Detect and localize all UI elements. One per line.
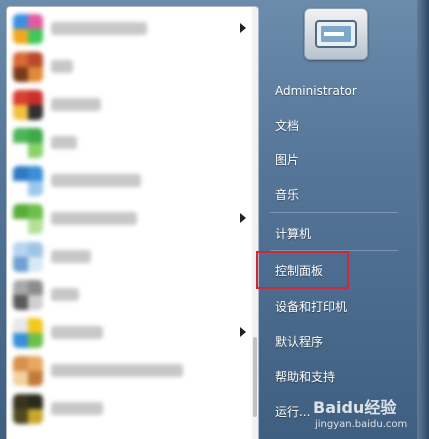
user-tile-icon [315, 20, 357, 48]
blurred-app-icon [13, 204, 43, 234]
program-item[interactable] [7, 125, 258, 161]
program-item[interactable] [7, 87, 258, 123]
blurred-app-icon [13, 166, 43, 196]
program-item[interactable] [7, 315, 258, 351]
program-label-blurred [51, 174, 141, 187]
user-name-link[interactable]: Administrator [266, 76, 400, 106]
program-item[interactable] [7, 49, 258, 85]
submenu-arrow-icon[interactable] [240, 23, 246, 33]
watermark-sub: jingyan.baidu.com [315, 419, 408, 430]
program-item[interactable] [7, 11, 258, 47]
blurred-app-icon [13, 14, 43, 44]
submenu-arrow-icon[interactable] [240, 213, 246, 223]
program-label-blurred [51, 364, 183, 377]
program-item[interactable] [7, 239, 258, 275]
blurred-app-icon [13, 318, 43, 348]
control-panel-highlight [256, 251, 349, 289]
program-item[interactable] [7, 391, 258, 427]
default-programs-link[interactable]: 默认程序 [266, 327, 400, 357]
program-label-blurred [51, 288, 79, 301]
blurred-app-icon [13, 52, 43, 82]
separator [270, 212, 398, 213]
program-label-blurred [51, 402, 103, 415]
computer-link[interactable]: 计算机 [266, 219, 400, 249]
program-label-blurred [51, 136, 77, 149]
program-label-blurred [51, 326, 103, 339]
program-label-blurred [51, 22, 147, 35]
program-item[interactable] [7, 277, 258, 313]
blurred-app-icon [13, 90, 43, 120]
submenu-arrow-icon[interactable] [240, 327, 246, 337]
documents-link[interactable]: 文档 [266, 111, 400, 141]
help-support-link[interactable]: 帮助和支持 [266, 362, 400, 392]
baidu-watermark: Baidu经验 jingyan.baidu.com [313, 394, 417, 436]
program-item[interactable] [7, 163, 258, 199]
program-label-blurred [51, 60, 73, 73]
program-item[interactable] [7, 201, 258, 237]
blurred-app-icon [13, 280, 43, 310]
blurred-app-icon [13, 356, 43, 386]
program-label-blurred [51, 250, 91, 263]
devices-printers-link[interactable]: 设备和打印机 [266, 292, 400, 322]
pictures-link[interactable]: 图片 [266, 145, 400, 175]
program-list [6, 6, 259, 439]
watermark-main: Baidu经验 [313, 398, 397, 417]
program-label-blurred [51, 98, 101, 111]
blurred-app-icon [13, 394, 43, 424]
user-picture[interactable] [304, 8, 368, 60]
window-edge [417, 0, 429, 439]
program-item[interactable] [7, 353, 258, 389]
start-menu: Administrator 文档 图片 音乐 计算机 控制面板 设备和打印机 默… [0, 0, 429, 439]
program-label-blurred [51, 212, 137, 225]
blurred-app-icon [13, 128, 43, 158]
blurred-app-icon [13, 242, 43, 272]
music-link[interactable]: 音乐 [266, 180, 400, 210]
